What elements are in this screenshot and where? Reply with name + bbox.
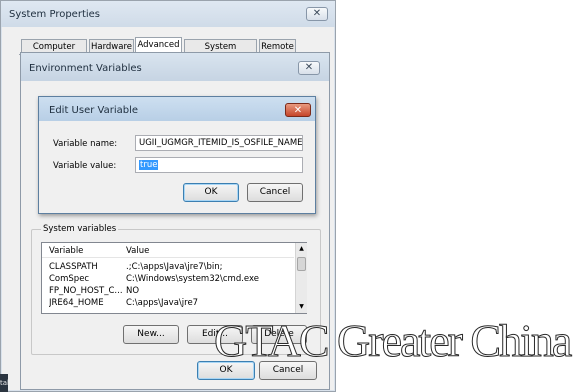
table-row[interactable]: JRE64_HOME C:\apps\Java\jre7 <box>42 297 294 309</box>
value-cell: C:\apps\Java\jre7 <box>126 298 199 308</box>
value-cell: .;C:\apps\Java\jre7\bin; <box>126 262 223 272</box>
vertical-scrollbar[interactable]: ▲ ▼ <box>295 243 307 313</box>
variable-value-label: Variable value: <box>53 161 117 171</box>
column-header-variable[interactable]: Variable <box>49 246 83 256</box>
variable-name-label: Variable name: <box>53 139 118 149</box>
system-variables-label: System variables <box>41 224 119 234</box>
watermark-text: GTAC Greater China <box>213 315 572 367</box>
scroll-down-icon[interactable]: ▼ <box>298 303 305 310</box>
scrollbar-thumb[interactable] <box>297 257 306 271</box>
table-row[interactable]: FP_NO_HOST_C... NO <box>42 285 294 297</box>
selected-text: true <box>139 160 159 170</box>
variable-cell: FP_NO_HOST_C... <box>49 286 123 296</box>
environment-variables-titlebar[interactable]: Environment Variables ✕ <box>21 53 329 81</box>
cancel-button[interactable]: Cancel <box>247 183 303 202</box>
variable-value-field[interactable]: true <box>135 157 303 173</box>
dialog-title: Edit User Variable <box>49 105 139 116</box>
ok-button[interactable]: OK <box>183 183 239 202</box>
system-properties-titlebar[interactable]: System Properties ✕ <box>1 1 335 27</box>
value-cell: C:\Windows\system32\cmd.exe <box>126 274 260 284</box>
value-cell: NO <box>126 286 140 296</box>
close-icon[interactable]: ✕ <box>306 7 328 21</box>
taskbar-fragment: talla <box>0 374 8 392</box>
scroll-up-icon[interactable]: ▲ <box>298 245 305 252</box>
list-header: Variable Value <box>42 243 294 258</box>
column-header-value[interactable]: Value <box>126 246 149 256</box>
table-row[interactable]: ComSpec C:\Windows\system32\cmd.exe <box>42 273 294 285</box>
edit-user-variable-dialog: Edit User Variable ✕ Variable name: UGII… <box>38 96 316 214</box>
window-title: System Properties <box>9 9 101 20</box>
close-icon[interactable]: ✕ <box>298 61 320 75</box>
system-variables-list[interactable]: Variable Value CLASSPATH .;C:\apps\Java\… <box>41 242 307 314</box>
variable-name-field[interactable]: UGII_UGMGR_ITEMID_IS_OSFILE_NAME <box>135 135 303 151</box>
new-button[interactable]: New... <box>123 325 179 344</box>
close-icon[interactable]: ✕ <box>285 103 311 117</box>
edit-user-variable-titlebar[interactable]: Edit User Variable ✕ <box>39 97 315 121</box>
variable-cell: ComSpec <box>49 274 90 284</box>
dialog-title: Environment Variables <box>29 63 142 74</box>
table-row[interactable]: CLASSPATH .;C:\apps\Java\jre7\bin; <box>42 261 294 273</box>
variable-cell: JRE64_HOME <box>49 298 104 308</box>
variable-cell: CLASSPATH <box>49 262 98 272</box>
